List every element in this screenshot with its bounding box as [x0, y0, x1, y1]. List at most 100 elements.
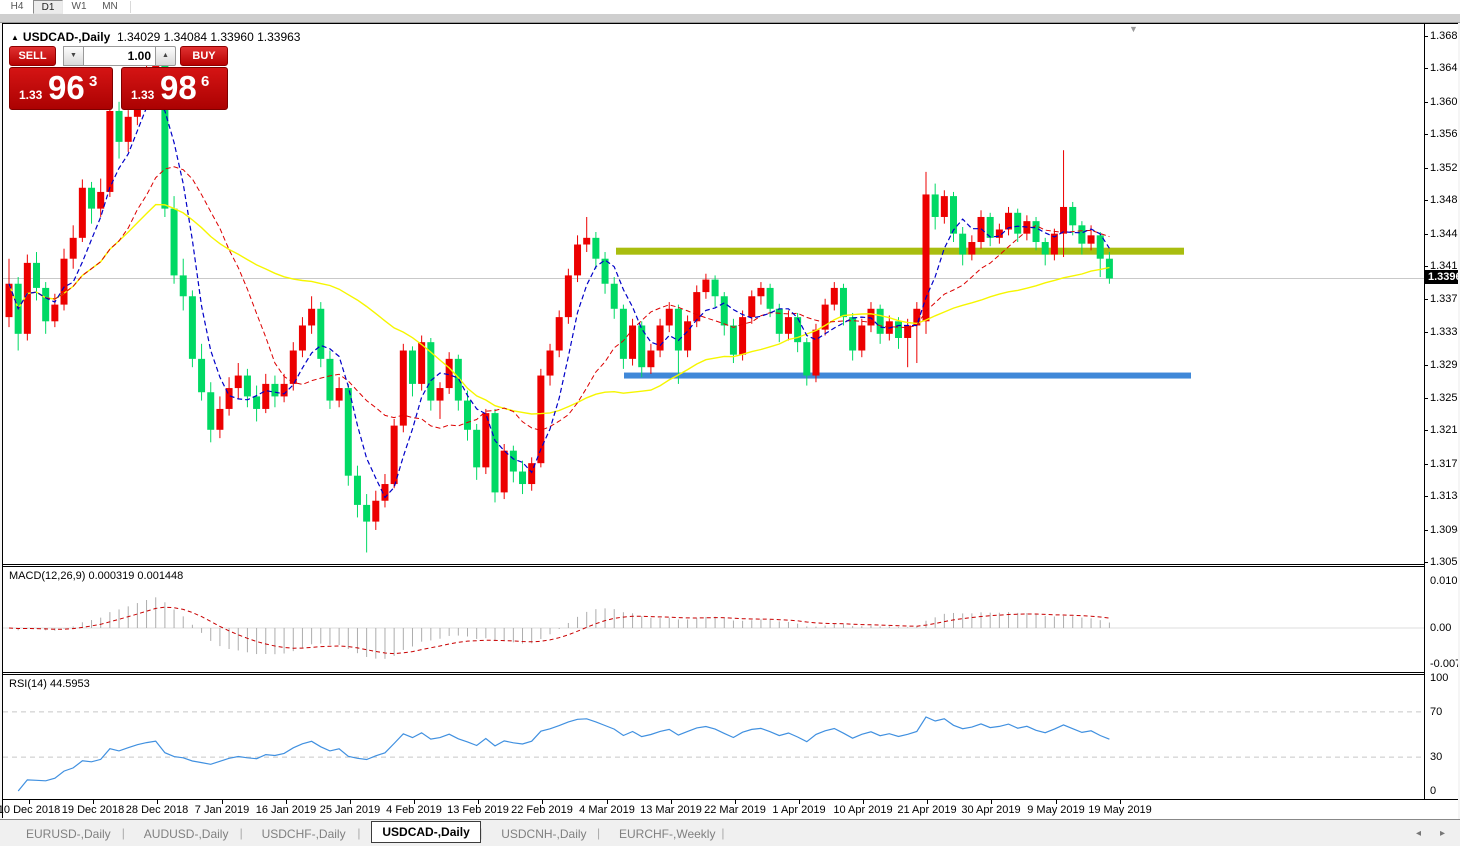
macd-label: MACD(12,26,9) 0.000319 0.001448	[9, 570, 184, 582]
date-axis-label: 1 Apr 2019	[772, 804, 826, 816]
price-axis-label: 1.30940	[1430, 523, 1458, 536]
tab-separator: |	[721, 826, 725, 840]
tab-separator: |	[121, 826, 125, 840]
date-axis-tick	[350, 800, 351, 804]
buy-price-button[interactable]: 1.33 98 6	[121, 67, 228, 110]
title-arrow-icon: ▲	[11, 33, 19, 42]
sell-button[interactable]: SELL	[9, 46, 56, 66]
sell-price-main: 96	[48, 69, 85, 106]
date-axis-tick	[542, 800, 543, 804]
chart-window: ▲ USDCAD-,Daily 1.34029 1.34084 1.33960 1…	[0, 23, 1458, 819]
one-click-trading-widget: SELL ▼ ▲ BUY 1.33 96 3 1.33 98 6	[9, 46, 228, 110]
date-axis-tick	[478, 800, 479, 804]
date-axis-label: 19 Dec 2018	[61, 804, 125, 816]
sell-price-button[interactable]: 1.33 96 3	[9, 67, 113, 110]
price-axis-label: 1.32130	[1430, 424, 1458, 437]
sell-price-prefix: 1.33	[19, 88, 43, 102]
buy-price-main: 98	[160, 69, 197, 106]
price-axis-label: 1.32520	[1430, 391, 1458, 404]
tab-audusd-daily[interactable]: AUDUSD-,Daily	[136, 825, 237, 843]
date-axis-tick	[93, 800, 94, 804]
price-axis-tick	[1425, 562, 1428, 564]
date-axis-tick	[863, 800, 864, 804]
macd-axis-label: 0.00	[1430, 622, 1452, 634]
date-axis-tick	[286, 800, 287, 804]
price-axis-tick	[1425, 101, 1428, 103]
date-axis-tick	[991, 800, 992, 804]
date-axis-label: 4 Mar 2019	[579, 804, 635, 816]
timeframe-toolbar: H4 D1 W1 MN	[0, 0, 1460, 14]
price-axis-label: 1.30550	[1430, 556, 1458, 569]
date-axis-label: 21 Apr 2019	[897, 804, 957, 816]
timeframe-button-mn[interactable]: MN	[95, 0, 125, 14]
tab-separator: |	[357, 826, 361, 840]
trading-platform-screen: H4 D1 W1 MN ▲ USDCAD-,Daily 1.34029 1.34084 …	[0, 0, 1460, 846]
date-axis-tick	[414, 800, 415, 804]
lot-increase-button[interactable]: ▲	[155, 46, 176, 66]
date-axis-tick	[29, 800, 30, 804]
tab-separator: |	[597, 826, 601, 840]
price-axis-label: 1.36070	[1430, 95, 1458, 108]
lot-size-input[interactable]	[84, 47, 151, 65]
date-axis[interactable]: 10 Dec 2018 19 Dec 2018 28 Dec 2018 7 Jan 2…	[0, 799, 1458, 819]
macd-axis-label: 0.0102295	[1430, 575, 1458, 587]
date-axis-label: 10 Apr 2019	[833, 804, 893, 816]
tab-scroll-left-icon[interactable]: ◂	[1416, 828, 1421, 839]
tab-eurusd-daily[interactable]: EURUSD-,Daily	[18, 825, 119, 843]
timeframe-button-w1[interactable]: W1	[64, 0, 94, 14]
price-axis-tick	[1425, 331, 1428, 333]
date-axis-tick	[927, 800, 928, 804]
chart-shift-marker-icon[interactable]: ▼	[1129, 24, 1138, 34]
date-axis-label: 13 Feb 2019	[447, 804, 509, 816]
date-axis-label: 28 Dec 2018	[125, 804, 189, 816]
date-axis-tick	[607, 800, 608, 804]
date-axis-tick	[222, 800, 223, 804]
date-axis-label: 22 Mar 2019	[704, 804, 766, 816]
date-axis-label: 9 May 2019	[1027, 804, 1085, 816]
tab-separator: |	[239, 826, 243, 840]
price-axis[interactable]: 1.36860 1.36470 1.36070 1.35680 1.35280 1.348…	[1424, 24, 1458, 799]
toolbar-divider	[130, 1, 131, 13]
price-axis-tick	[1425, 200, 1428, 202]
price-axis-label: 1.33710	[1430, 292, 1458, 305]
date-axis-label: 19 May 2019	[1088, 804, 1152, 816]
chart-ohlc-values: 1.34029 1.34084 1.33960 1.33963	[116, 30, 301, 44]
date-axis-tick	[1120, 800, 1121, 804]
date-axis-label: 16 Jan 2019	[255, 804, 317, 816]
price-axis-tick	[1425, 496, 1428, 498]
price-axis-tick	[1425, 233, 1428, 235]
tab-usdcad-daily[interactable]: USDCAD-,Daily	[371, 821, 481, 843]
price-axis-label: 1.36470	[1430, 62, 1458, 75]
date-axis-tick	[735, 800, 736, 804]
price-axis-label: 1.35280	[1430, 161, 1458, 174]
tab-eurchf-weekly[interactable]: EURCHF-,Weekly	[611, 825, 723, 843]
price-axis-tick	[1425, 430, 1428, 432]
rsi-axis-label: 70	[1430, 706, 1443, 718]
tab-usdchf-daily[interactable]: USDCHF-,Daily	[254, 825, 354, 843]
lot-decrease-button[interactable]: ▼	[63, 46, 84, 66]
rsi-indicator-canvas[interactable]	[3, 675, 1424, 799]
tab-scroll-right-icon[interactable]: ▸	[1440, 828, 1445, 839]
timeframe-button-d1[interactable]: D1	[33, 0, 63, 14]
price-axis-label: 1.34490	[1430, 227, 1458, 240]
date-axis-tick	[671, 800, 672, 804]
rsi-axis-label: 100	[1430, 672, 1449, 684]
date-axis-label: 13 Mar 2019	[640, 804, 702, 816]
toolbar-lower-band	[0, 14, 1460, 23]
price-axis-tick	[1425, 266, 1428, 268]
date-axis-label: 4 Feb 2019	[386, 804, 442, 816]
date-axis-label: 10 Dec 2018	[0, 804, 61, 816]
price-axis-tick	[1425, 397, 1428, 399]
price-axis-tick	[1425, 134, 1428, 136]
price-axis-tick	[1425, 167, 1428, 169]
price-axis-label: 1.32920	[1430, 358, 1458, 371]
price-axis-label: 1.34890	[1430, 194, 1458, 207]
macd-indicator-canvas[interactable]	[3, 567, 1424, 672]
macd-axis-label: -0.0074765	[1430, 658, 1458, 670]
rsi-axis-label: 30	[1430, 751, 1443, 763]
tab-usdcnh-daily[interactable]: USDCNH-,Daily	[493, 825, 594, 843]
timeframe-button-h4[interactable]: H4	[2, 0, 32, 14]
date-axis-label: 30 Apr 2019	[961, 804, 1021, 816]
buy-button[interactable]: BUY	[180, 46, 228, 66]
buy-price-pip: 6	[201, 73, 210, 90]
